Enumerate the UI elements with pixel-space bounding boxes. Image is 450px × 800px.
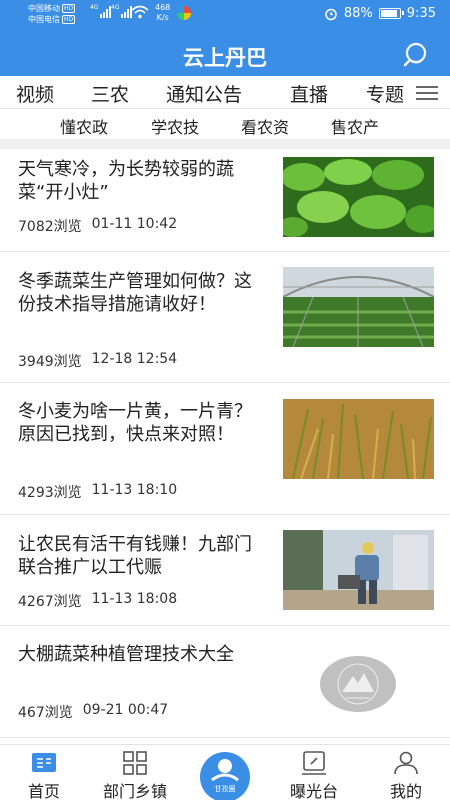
carrier-info: 中国移动 HD 中国电信 HD (28, 3, 76, 25)
search-icon[interactable] (402, 41, 430, 69)
news-views: 467浏览 (18, 705, 73, 721)
carrier-1: 中国移动 (28, 4, 60, 13)
wifi-icon (131, 5, 149, 19)
news-thumbnail-vegetables (283, 157, 434, 237)
news-meta: 4293浏览 11-13 18:10 (18, 482, 177, 502)
floating-logo-button[interactable] (320, 656, 396, 712)
tab-topics[interactable]: 专题 (366, 80, 404, 107)
nav-exposure[interactable]: 曝光台 (274, 751, 354, 800)
bottom-navigation: 首页 部门乡镇 甘孜圈 曝光台 我的 (0, 744, 450, 800)
nav-home[interactable]: 首页 (4, 751, 84, 800)
status-right: 88% 9:35 (324, 6, 436, 21)
tab-agriculture[interactable]: 三农 (91, 80, 129, 107)
user-icon (394, 751, 418, 775)
menu-icon[interactable] (416, 86, 438, 100)
news-title: 天气寒冷，为长势较弱的蔬菜“开小灶” (18, 159, 234, 203)
news-title: 大棚蔬菜种植管理技术大全 (18, 644, 234, 665)
news-time: 09-21 00:47 (82, 702, 169, 718)
exposure-icon (302, 751, 326, 775)
news-meta: 467浏览 09-21 00:47 (18, 702, 168, 722)
news-item[interactable]: 冬小麦为啥一片黄，一片青？原因已找到，快点来对照！ 4293浏览 11-13 1… (0, 383, 450, 515)
news-time: 11-13 18:10 (91, 482, 178, 498)
nav-mine[interactable]: 我的 (366, 751, 446, 800)
news-item[interactable]: 冬季蔬菜生产管理如何做？这份技术指导措施请收好！ 3949浏览 12-18 12… (0, 252, 450, 383)
news-meta: 7082浏览 01-11 10:42 (18, 216, 177, 236)
nav-exposure-label: 曝光台 (289, 782, 338, 800)
nav-ganzi-circle[interactable]: 甘孜圈 (200, 752, 250, 800)
news-title: 让农民有活干有钱赚！九部门联合推广以工代赈 (18, 534, 252, 578)
news-views: 4267浏览 (18, 594, 82, 610)
grid-icon (123, 751, 147, 775)
news-time: 12-18 12:54 (91, 351, 178, 367)
news-thumbnail-greenhouse (283, 267, 434, 347)
battery-level (380, 10, 397, 17)
app-header: 云上丹巴 (0, 30, 450, 76)
news-views: 4293浏览 (18, 485, 82, 501)
battery-percent: 88% (343, 6, 373, 21)
home-icon (32, 753, 56, 772)
news-meta: 4267浏览 11-13 18:08 (18, 591, 177, 611)
speed-value: 468 (155, 3, 171, 12)
sub-navigation: 懂农政 学农技 看农资 售农产 (0, 110, 450, 140)
app-notification-icon (177, 6, 191, 20)
subnav-policy[interactable]: 懂农政 (60, 114, 108, 138)
news-time: 01-11 10:42 (91, 216, 178, 232)
news-title: 冬季蔬菜生产管理如何做？这份技术指导措施请收好！ (18, 271, 252, 315)
news-thumbnail-wheat (283, 399, 434, 479)
news-title: 冬小麦为啥一片黄，一片青？原因已找到，快点来对照！ (18, 401, 252, 445)
carrier-2: 中国电信 (28, 15, 60, 24)
network-speed: 468 K/s (155, 3, 170, 23)
ganzi-circle-icon (211, 759, 239, 782)
hd-badge: HD (62, 4, 76, 13)
news-views: 3949浏览 (18, 354, 82, 370)
network-type-label: 4G (111, 4, 120, 11)
news-meta: 3949浏览 12-18 12:54 (18, 351, 177, 371)
hd-badge: HD (62, 15, 76, 24)
tab-notices[interactable]: 通知公告 (166, 80, 242, 107)
status-bar: 中国移动 HD 中国电信 HD 4G 4G 468 K/s 88% 9:35 (0, 0, 450, 30)
tab-video[interactable]: 视频 (16, 80, 54, 107)
tab-live[interactable]: 直播 (290, 80, 328, 107)
subnav-supplies[interactable]: 看农资 (241, 114, 289, 138)
network-type-label: 4G (90, 4, 99, 11)
speed-unit: K/s (156, 13, 169, 22)
subnav-sell-products[interactable]: 售农产 (331, 114, 379, 138)
news-views: 7082浏览 (18, 219, 82, 235)
section-gap (0, 140, 450, 149)
news-item[interactable]: 让农民有活干有钱赚！九部门联合推广以工代赈 4267浏览 11-13 18:08 (0, 515, 450, 626)
news-time: 11-13 18:08 (91, 591, 178, 607)
app-title: 云上丹巴 (183, 46, 267, 70)
nav-departments-label: 部门乡镇 (102, 782, 167, 800)
nav-departments[interactable]: 部门乡镇 (95, 751, 175, 800)
mountain-logo-icon (337, 663, 379, 705)
nav-home-label: 首页 (27, 782, 60, 800)
channel-tabs: 视频 三农 通知公告 直播 专题 (0, 76, 450, 109)
news-item[interactable]: 天气寒冷，为长势较弱的蔬菜“开小灶” 7082浏览 01-11 10:42 (0, 149, 450, 252)
subnav-tech[interactable]: 学农技 (151, 114, 199, 138)
battery-icon (378, 8, 404, 19)
news-thumbnail-workers (283, 530, 434, 610)
clock: 9:35 (406, 6, 436, 21)
signal-icon (100, 6, 111, 18)
nav-ganzi-circle-label: 甘孜圈 (214, 785, 236, 793)
nav-mine-label: 我的 (389, 782, 422, 800)
alarm-icon (325, 8, 337, 20)
